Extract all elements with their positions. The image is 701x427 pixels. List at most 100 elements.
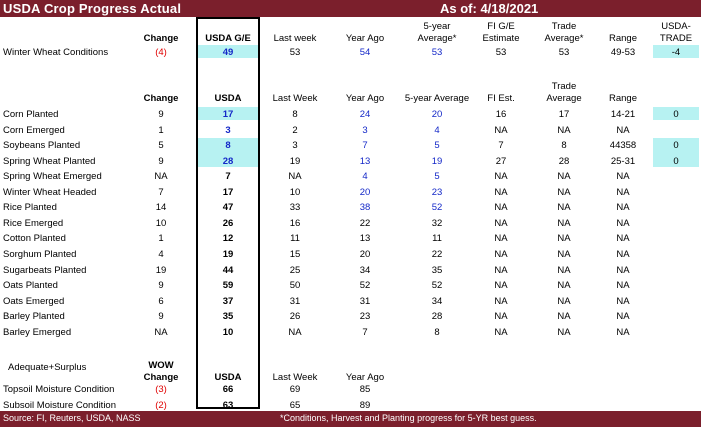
progress-row-label: Rice Planted (3, 202, 57, 214)
report-title: USDA Crop Progress Actual (3, 1, 182, 16)
progress-row-year-ago: 13 (359, 155, 371, 167)
progress-row-trade: NA (557, 233, 571, 245)
progress-row-usda: 26 (222, 217, 234, 229)
progress-row-change: 1 (158, 124, 164, 136)
progress-row-range: NA (616, 233, 630, 245)
progress-row-year-ago: 24 (359, 109, 371, 120)
progress-row-avg5: 23 (431, 186, 443, 198)
progress-row-last-week: 2 (292, 124, 298, 136)
progress-row-avg5: 28 (431, 311, 443, 323)
progress-row-usda: 12 (222, 233, 234, 245)
moisture-row-usda: 66 (222, 384, 234, 395)
progress-row-last-week: 10 (289, 186, 301, 198)
progress-row-last-week: 15 (289, 248, 301, 260)
progress-row-change: NA (154, 326, 168, 338)
moisture-row-change: (3) (155, 384, 167, 395)
moisture-row-year-ago: 89 (359, 400, 371, 411)
progress-row-change: 14 (155, 202, 167, 214)
progress-row-range: NA (616, 124, 630, 136)
conditions-header-last-week: Last week (273, 33, 317, 44)
progress-row-avg5: 4 (434, 124, 440, 136)
conditions-header-trade: Trade Average* (544, 21, 584, 44)
progress-row-label: Sugarbeats Planted (3, 264, 87, 276)
as-of-date: As of: 4/18/2021 (440, 1, 539, 16)
progress-row-fi: 16 (495, 109, 507, 120)
progress-row-fi: NA (494, 280, 508, 292)
progress-row-avg5: 32 (431, 217, 443, 229)
conditions-row-trade: 53 (558, 47, 570, 58)
progress-row-fi: NA (494, 186, 508, 198)
progress-row-label: Cotton Planted (3, 233, 66, 245)
progress-row-range: 14-21 (610, 109, 636, 120)
progress-row-usda: 19 (222, 248, 234, 260)
progress-row-usda: 10 (222, 326, 234, 338)
progress-header-avg5: 5-year Average (404, 93, 470, 104)
progress-row-usda: 44 (222, 264, 234, 276)
progress-row-range: NA (616, 264, 630, 276)
moisture-header-change: WOW Change (143, 360, 179, 383)
progress-row-label: Oats Emerged (3, 295, 65, 307)
progress-row-usda-trade: 0 (673, 140, 679, 152)
conditions-header-usda-trade: USDA- TRADE (659, 21, 693, 44)
moisture-row-label: Topsoil Moisture Condition (3, 384, 115, 395)
progress-row-avg5: 5 (434, 171, 440, 183)
title-bar: USDA Crop Progress Actual As of: 4/18/20… (0, 0, 701, 17)
progress-row-avg5: 11 (432, 233, 442, 245)
progress-row-trade: 17 (558, 109, 570, 120)
progress-row-trade: NA (557, 295, 571, 307)
progress-row-usda: 47 (222, 202, 234, 214)
progress-row-label: Oats Planted (3, 280, 58, 292)
conditions-header-avg5: 5-year Average* (417, 21, 457, 44)
progress-row-year-ago: 34 (359, 264, 371, 276)
progress-row-last-week: 33 (289, 202, 301, 214)
progress-row-usda-trade: 0 (673, 155, 679, 167)
progress-row-range: NA (616, 311, 630, 323)
conditions-header-change: Change (143, 33, 179, 44)
progress-row-range: NA (616, 280, 630, 292)
progress-row-year-ago: 52 (359, 280, 371, 292)
moisture-row-last-week: 65 (289, 400, 301, 411)
progress-row-change: 7 (158, 186, 164, 198)
conditions-header-usda: USDA G/E (205, 33, 251, 44)
progress-row-label: Barley Emerged (3, 326, 72, 338)
progress-row-fi: NA (494, 295, 508, 307)
progress-row-avg5: 19 (431, 155, 443, 167)
progress-row-avg5: 34 (431, 295, 443, 307)
moisture-header-year-ago: Year Ago (345, 372, 385, 383)
conditions-row-usda: 49 (222, 47, 234, 58)
progress-row-range: NA (616, 217, 630, 229)
progress-row-fi: NA (494, 202, 508, 214)
progress-row-last-week: 3 (292, 140, 298, 152)
progress-row-trade: NA (557, 186, 571, 198)
progress-row-year-ago: 7 (362, 140, 368, 152)
progress-row-usda-trade: 0 (673, 109, 679, 120)
progress-row-label: Spring Wheat Emerged (3, 171, 102, 183)
progress-header-range: Range (609, 93, 637, 104)
progress-row-year-ago: 20 (359, 186, 371, 198)
progress-header-usda: USDA (214, 93, 242, 104)
progress-row-year-ago: 7 (362, 326, 368, 338)
progress-row-avg5: 8 (434, 326, 440, 338)
progress-row-usda: 3 (225, 124, 231, 136)
progress-row-year-ago: 31 (359, 295, 371, 307)
progress-row-year-ago: 3 (362, 124, 368, 136)
progress-row-last-week: NA (288, 326, 302, 338)
moisture-header-usda: USDA (214, 372, 242, 383)
progress-row-label: Corn Planted (3, 109, 59, 120)
conditions-header-year-ago: Year Ago (345, 33, 385, 44)
progress-row-year-ago: 4 (362, 171, 368, 183)
progress-row-avg5: 52 (431, 280, 443, 292)
progress-row-change: 10 (155, 217, 167, 229)
progress-row-last-week: 16 (289, 217, 301, 229)
progress-row-range: NA (616, 295, 630, 307)
progress-row-usda: 28 (222, 155, 234, 167)
progress-header-fi: FI Est. (487, 93, 515, 104)
progress-row-last-week: NA (288, 171, 302, 183)
progress-row-fi: NA (494, 217, 508, 229)
progress-header-last-week: Last Week (272, 93, 318, 104)
progress-row-avg5: 35 (431, 264, 443, 276)
progress-row-range: NA (616, 202, 630, 214)
progress-row-change: 4 (158, 248, 164, 260)
progress-row-fi: 27 (495, 155, 507, 167)
moisture-row-year-ago: 85 (359, 384, 371, 395)
